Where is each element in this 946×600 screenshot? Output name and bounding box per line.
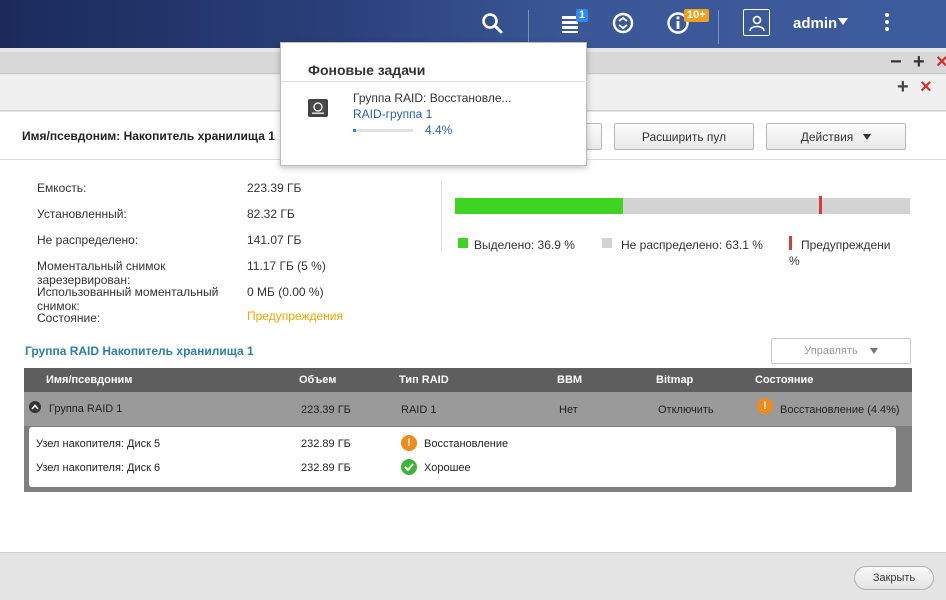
background-tasks-popup: Фоновые задачи Группа RAID: Восстановле.… [280,42,588,166]
raid-section-title: Группа RAID Накопитель хранилища 1 [25,344,254,358]
column-header[interactable]: Bitmap [656,374,693,386]
manage-button[interactable]: Управлять [771,338,911,364]
status-label: Состояние: [37,311,101,325]
chevron-down-icon [869,348,878,354]
disk-icon [308,99,328,117]
unallocated-legend: Не распределено: 63.1 % [621,238,763,252]
disk-size: 232.89 ГБ [301,438,351,450]
check-icon [401,459,417,475]
user-icon[interactable] [743,9,770,36]
more-icon[interactable] [885,13,889,34]
task-progress-fill [353,129,356,132]
installed-label: Установленный: [37,207,127,221]
unallocated-value: 141.07 ГБ [247,233,302,247]
search-icon[interactable] [477,8,507,38]
disk-name: Узел накопителя: Диск 5 [36,438,161,450]
maximize-icon[interactable]: + [897,77,909,97]
maximize-icon[interactable]: + [913,52,925,72]
disk-status: Восстановление [424,438,509,450]
chevron-down-icon[interactable] [838,18,848,25]
disk-size: 232.89 ГБ [301,462,351,474]
top-bar: 1 10+ admin [0,0,946,48]
raid-group-bitmap: Отключить [658,404,714,416]
chevron-down-icon [863,133,872,140]
list-item[interactable]: Узел накопителя: Диск 5 232.89 ГБ ! Восс… [29,427,896,457]
raid-group-bbm: Нет [559,404,578,416]
divider [441,180,442,252]
task-subtitle[interactable]: RAID-группа 1 [353,107,432,121]
footer: Закрыть [0,552,946,600]
pool-alias-label: Имя/псевдоним: Накопитель хранилища 1 [22,129,275,143]
storage-pool-details: Имя/псевдоним: Накопитель хранилища 1 Ра… [0,112,946,552]
status-value: Предупреждения [247,309,343,323]
raid-table: Имя/псевдоним Объем Тип RAID BBM Bitmap … [24,368,912,492]
raid-group-type: RAID 1 [401,404,437,416]
disk-list: Узел накопителя: Диск 5 232.89 ГБ ! Восс… [29,427,896,487]
collapse-icon[interactable] [29,401,41,413]
popup-title: Фоновые задачи [308,62,426,78]
installed-value: 82.32 ГБ [247,207,295,221]
warning-legend-suffix: % [789,254,800,268]
column-header[interactable]: Тип RAID [399,374,449,386]
divider [528,10,529,44]
close-label: Закрыть [872,572,916,584]
capacity-label: Емкость: [37,181,87,195]
sync-icon[interactable] [608,8,638,38]
snapshot-reserved-label: Моментальный снимок зарезервирован: [37,259,166,287]
column-header[interactable]: Объем [299,374,336,386]
capacity-value: 223.39 ГБ [247,181,302,195]
allocated-fill [455,198,623,214]
snapshot-used-label: Использованный моментальный снимок: [37,285,219,313]
close-button[interactable]: Закрыть [854,566,934,590]
snapshot-reserved-value: 11.17 ГБ (5 %) [247,259,326,273]
table-row[interactable]: Группа RAID 1 223.39 ГБ RAID 1 Нет Отклю… [24,392,912,426]
list-item[interactable]: Узел накопителя: Диск 6 232.89 ГБ Хороше… [29,457,896,487]
usage-bar [455,196,910,214]
manage-label: Управлять [804,345,858,357]
user-name[interactable]: admin [793,15,837,32]
warning-legend: Предупреждени [801,238,891,252]
expand-pool-label: Расширить пул [641,129,727,144]
actions-button[interactable]: Действия [766,123,906,150]
unallocated-label: Не распределено: [37,233,139,247]
close-icon[interactable]: × [936,52,946,72]
close-icon[interactable]: × [920,77,932,97]
expand-pool-button[interactable]: Расширить пул [614,123,754,150]
minimize-icon[interactable]: − [890,52,902,72]
warning-threshold-marker [819,196,822,214]
task-progress-bar [353,129,413,132]
actions-label: Действия [800,129,854,144]
raid-group-size: 223.39 ГБ [301,404,351,416]
table-header: Имя/псевдоним Объем Тип RAID BBM Bitmap … [24,368,912,392]
task-progress-text: 4.4% [425,123,453,137]
divider [281,81,588,82]
raid-group-status: Восстановление (4.4%) [780,404,900,416]
disk-status: Хорошее [424,462,471,474]
warning-swatch [789,236,792,250]
warning-icon: ! [401,435,417,451]
unallocated-swatch [602,238,612,248]
divider [718,10,719,44]
column-header[interactable]: Имя/псевдоним [46,374,132,386]
warning-icon: ! [757,398,773,414]
tasks-badge: 1 [576,9,589,22]
snapshot-used-value: 0 МБ (0.00 %) [247,285,324,299]
raid-group-name: Группа RAID 1 [49,403,123,415]
column-header[interactable]: Состояние [755,374,813,386]
column-header[interactable]: BBM [557,374,582,386]
disk-name: Узел накопителя: Диск 6 [36,462,161,474]
allocated-swatch [458,238,468,248]
notifications-badge: 10+ [684,9,709,22]
allocated-legend: Выделено: 36.9 % [474,238,575,252]
task-title: Группа RAID: Восстановле... [353,91,512,105]
